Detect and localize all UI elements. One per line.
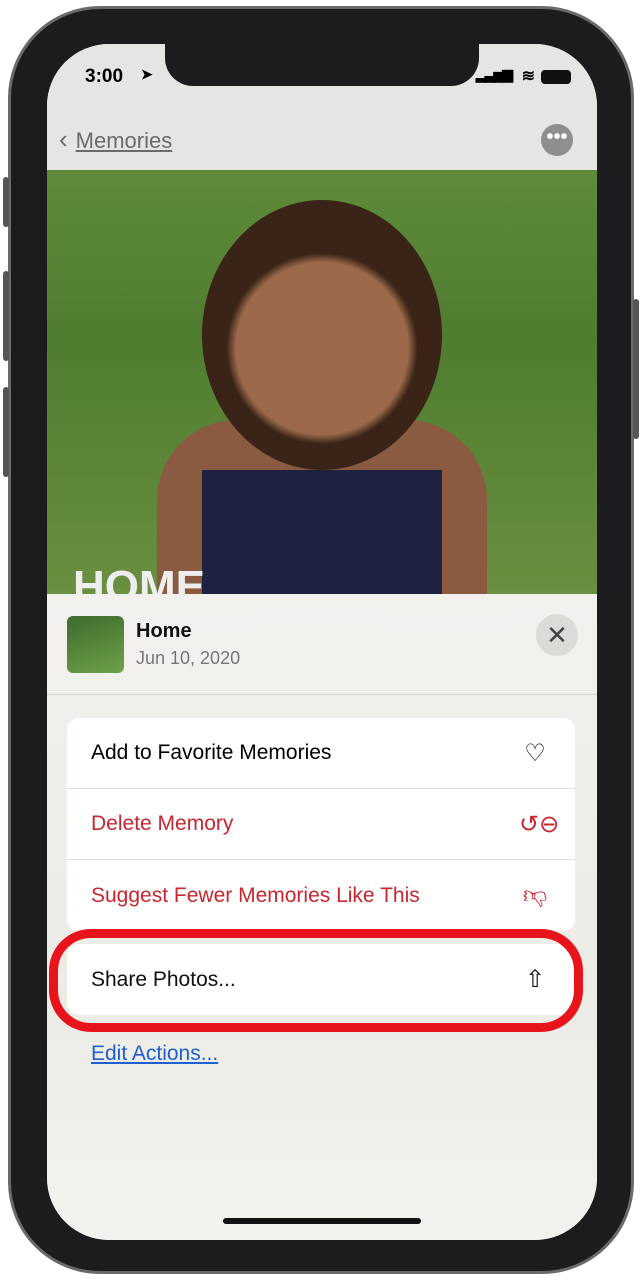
actions-group: Add to Favorite Memories ♡ Delete Memory ↺… [67,718,575,931]
edit-actions-link[interactable]: Edit Actions... [91,1042,218,1066]
wifi-icon: ≋ [521,68,535,85]
action-label: Add to Favorite Memories [91,741,332,764]
signal-icon: ▂▃▅▆ [475,66,513,82]
location-arrow-icon: ➤ [141,66,153,82]
volume-up-button [3,271,9,361]
delete-memory-icon: ↺⊖ [519,810,560,838]
screen: ‹ Memories ••• 3:00 ➤ ▂▃▅▆ ≋ HOME Home Ju… [47,44,597,1240]
memory-title: Home [136,620,192,642]
memory-thumbnail [67,616,124,673]
back-button[interactable]: ‹ Memories [59,124,172,155]
status-time: 3:00 [85,66,124,87]
back-label: Memories [75,128,173,153]
memory-date: Jun 10, 2020 [136,648,241,668]
add-to-favorites-action[interactable]: Add to Favorite Memories ♡ [67,718,575,789]
divider [47,694,597,695]
home-indicator[interactable] [223,1218,421,1224]
action-label: Suggest Fewer Memories Like This [91,883,420,907]
close-icon[interactable]: ✕ [536,614,578,656]
heart-icon: ♡ [524,739,546,767]
ellipsis-circle-icon[interactable]: ••• [541,124,573,156]
action-label: Delete Memory [91,812,234,835]
chevron-left-icon: ‹ [59,124,68,154]
action-sheet: Home Jun 10, 2020 ✕ Add to Favorite Memo… [47,594,597,1240]
suggest-fewer-action[interactable]: Suggest Fewer Memories Like This 👎︎ [67,860,575,931]
battery-icon [541,70,571,84]
photo-subject-dress [202,470,442,600]
volume-down-button [3,387,9,477]
highlight-outline [49,929,583,1032]
photo-subject-face [202,200,442,470]
delete-memory-action[interactable]: Delete Memory ↺⊖ [67,789,575,860]
silent-switch [3,177,9,227]
notch [165,44,479,86]
memory-photo: HOME [47,170,597,611]
thumbs-down-icon: 👎︎ [522,881,548,909]
side-button [633,299,639,439]
